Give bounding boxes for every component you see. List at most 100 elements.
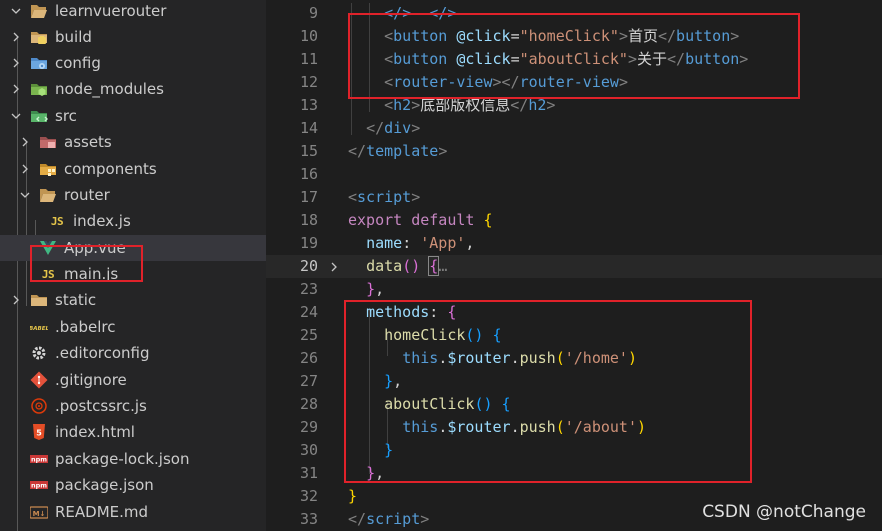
code-token: 关于 bbox=[637, 50, 668, 68]
code-line[interactable]: 12 <router-view></router-view> bbox=[266, 71, 882, 94]
explorer-item-src[interactable]: src bbox=[0, 103, 266, 129]
explorer-item-babelrc[interactable]: BABEL .babelrc bbox=[0, 314, 266, 340]
code-text: } bbox=[348, 439, 393, 462]
code-line[interactable]: 25 homeClick() { bbox=[266, 324, 882, 347]
chevron-right-icon[interactable] bbox=[10, 83, 22, 95]
code-token: </ bbox=[348, 142, 367, 160]
explorer-item-label: build bbox=[55, 28, 92, 46]
chevron-right-icon[interactable] bbox=[19, 136, 31, 148]
code-line[interactable]: 24 methods: { bbox=[266, 301, 882, 324]
line-number: 25 bbox=[299, 326, 318, 344]
code-token: aboutClick bbox=[384, 395, 475, 413]
explorer-item-label: index.js bbox=[73, 212, 131, 230]
code-token: } bbox=[366, 464, 376, 482]
explorer-item-gitignore[interactable]: .gitignore bbox=[0, 367, 266, 393]
code-text: export default { bbox=[348, 209, 493, 232]
code-line[interactable]: 30 } bbox=[266, 439, 882, 462]
code-line[interactable]: 18 export default { bbox=[266, 209, 882, 232]
line-number: 9 bbox=[308, 4, 318, 22]
explorer-item-router[interactable]: router bbox=[0, 182, 266, 208]
explorer-item-editorconfig[interactable]: .editorconfig bbox=[0, 340, 266, 366]
explorer-item-assets[interactable]: assets bbox=[0, 129, 266, 155]
chevron-right-icon[interactable] bbox=[10, 57, 22, 69]
code-line[interactable]: 15 </template> bbox=[266, 140, 882, 163]
code-line[interactable]: 20 data() {… bbox=[266, 255, 882, 278]
code-text: methods: { bbox=[348, 301, 456, 324]
code-line[interactable]: 17 <script> bbox=[266, 186, 882, 209]
explorer-item-index-html[interactable]: 5 index.html bbox=[0, 419, 266, 445]
code-token: > bbox=[411, 96, 421, 114]
code-token: < bbox=[348, 188, 358, 206]
code-token: data bbox=[366, 257, 403, 275]
code-line[interactable]: 13 <h2>底部版权信息</h2> bbox=[266, 94, 882, 117]
code-token: push bbox=[519, 349, 556, 367]
explorer-item-build[interactable]: build bbox=[0, 24, 266, 50]
line-number: 13 bbox=[299, 96, 318, 114]
code-line[interactable]: 31 }, bbox=[266, 462, 882, 485]
fold-chevron-right-icon[interactable] bbox=[327, 255, 341, 278]
code-token: < bbox=[384, 73, 394, 91]
code-text: </> </> bbox=[348, 2, 456, 25]
code-line[interactable]: 19 name: 'App', bbox=[266, 232, 882, 255]
line-number: 30 bbox=[299, 441, 318, 459]
code-line[interactable]: 28 aboutClick() { bbox=[266, 393, 882, 416]
npm-file-icon: npm bbox=[30, 476, 48, 494]
code-line[interactable]: 16 bbox=[266, 163, 882, 186]
chevron-down-icon[interactable] bbox=[19, 189, 31, 201]
chevron-down-icon[interactable] bbox=[10, 110, 22, 122]
code-token: > bbox=[438, 142, 448, 160]
explorer-item-learnvuerouter[interactable]: learnvuerouter bbox=[0, 0, 266, 24]
code-token: > bbox=[627, 50, 637, 68]
chevron-right-icon[interactable] bbox=[19, 163, 31, 175]
code-token: = bbox=[510, 27, 520, 45]
explorer-item-app-vue[interactable]: App.vue bbox=[0, 235, 266, 261]
explorer-item-label: .editorconfig bbox=[55, 344, 150, 362]
code-token: 首页 bbox=[627, 27, 658, 45]
explorer-item-package-lock-json[interactable]: npm package-lock.json bbox=[0, 446, 266, 472]
line-number: 32 bbox=[299, 487, 318, 505]
explorer-item-label: .gitignore bbox=[55, 371, 127, 389]
line-number: 23 bbox=[299, 280, 318, 298]
explorer-item-components[interactable]: components bbox=[0, 156, 266, 182]
code-line[interactable]: 23 }, bbox=[266, 278, 882, 301]
code-line[interactable]: 14 </div> bbox=[266, 117, 882, 140]
chevron-right-icon[interactable] bbox=[10, 31, 22, 43]
code-token: "homeClick" bbox=[519, 27, 619, 45]
code-token: > bbox=[730, 27, 740, 45]
chevron-down-icon[interactable] bbox=[10, 5, 22, 17]
line-number: 27 bbox=[299, 372, 318, 390]
code-line[interactable]: 9 </> </> bbox=[266, 2, 882, 25]
explorer-item-config[interactable]: config bbox=[0, 50, 266, 76]
code-token: $router bbox=[447, 418, 511, 436]
code-line[interactable]: 29 this.$router.push('/about') bbox=[266, 416, 882, 439]
explorer-item-main-js[interactable]: JS main.js bbox=[0, 261, 266, 287]
explorer-item-postcssrc-js[interactable]: .postcssrc.js bbox=[0, 393, 266, 419]
watermark-text: CSDN @notChange bbox=[702, 502, 866, 522]
line-number: 16 bbox=[299, 165, 318, 183]
code-line[interactable]: 26 this.$router.push('/home') bbox=[266, 347, 882, 370]
explorer-item-index-js[interactable]: JS index.js bbox=[0, 208, 266, 234]
chevron-right-icon[interactable] bbox=[10, 294, 22, 306]
code-token: < bbox=[384, 27, 394, 45]
code-token: button bbox=[393, 27, 448, 45]
explorer-item-static[interactable]: static bbox=[0, 287, 266, 313]
folder-node-icon bbox=[30, 80, 48, 98]
code-text: </div> bbox=[348, 117, 420, 140]
explorer-item-readme-md[interactable]: M↓ README.md bbox=[0, 499, 266, 525]
code-line[interactable]: 11 <button @click="aboutClick">关于</butto… bbox=[266, 48, 882, 71]
markdown-file-icon: M↓ bbox=[30, 503, 48, 521]
code-token: ( bbox=[555, 418, 565, 436]
code-editor[interactable]: 9 </> </> 10 <button @click="homeClick">首… bbox=[266, 0, 882, 531]
explorer-item-package-json[interactable]: npm package.json bbox=[0, 472, 266, 498]
code-line[interactable]: 27 }, bbox=[266, 370, 882, 393]
explorer-item-label: App.vue bbox=[64, 239, 126, 257]
code-line[interactable]: 10 <button @click="homeClick">首页</button… bbox=[266, 25, 882, 48]
code-token: button bbox=[685, 50, 740, 68]
code-token: @click bbox=[456, 50, 511, 68]
explorer-item-node-modules[interactable]: node_modules bbox=[0, 76, 266, 102]
